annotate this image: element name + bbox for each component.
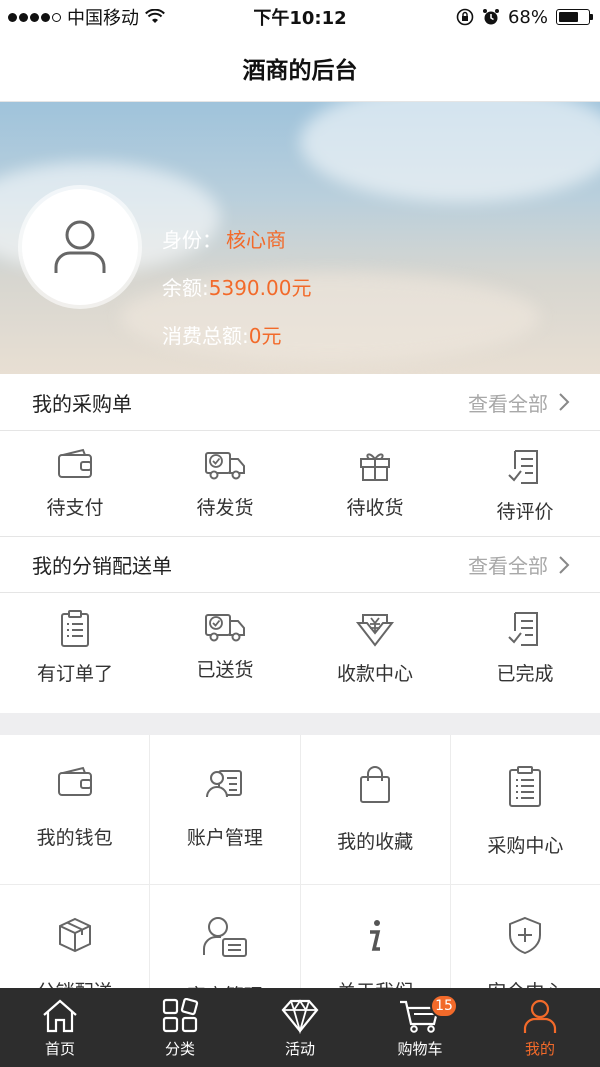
customer-icon <box>202 917 247 957</box>
diamond-icon <box>281 999 319 1034</box>
avatar-user-icon <box>54 220 106 273</box>
grid-item-label: 我的钱包 <box>36 827 113 849</box>
grid-item-label: 账户管理 <box>186 827 263 849</box>
status-left: 中国移动 <box>0 4 220 30</box>
account-card-icon <box>205 770 242 798</box>
tab-label: 购物车 <box>397 1040 443 1058</box>
tab-label: 分类 <box>164 1040 195 1058</box>
total-spent-label: 消费总额: <box>162 323 249 348</box>
purchase-view-all-link[interactable]: 查看全部 <box>468 388 570 417</box>
alarm-icon <box>482 9 499 25</box>
gift-icon <box>360 453 390 481</box>
balance-row: 余额: 5390.00元 <box>162 262 311 310</box>
tab-category[interactable]: 分类 <box>120 988 240 1067</box>
grid-item-account-management[interactable]: 账户管理 <box>150 735 301 884</box>
distribution-orders-header[interactable]: 我的分销配送单 查看全部 <box>0 536 600 593</box>
package-box-icon <box>58 917 91 953</box>
wallet-icon <box>57 766 92 796</box>
chevron-right-icon <box>559 555 570 574</box>
identity-value: 核心商 <box>226 227 286 252</box>
view-all-label: 查看全部 <box>468 554 548 578</box>
avatar[interactable] <box>22 189 138 305</box>
carrier-name: 中国移动 <box>67 8 139 29</box>
clipboard-icon <box>61 610 89 647</box>
profile-banner: 身份： 核心商 余额: 5390.00元 消费总额: 0元 <box>0 102 600 374</box>
distribution-completed[interactable]: 已完成 <box>450 593 600 713</box>
battery-icon <box>556 9 593 25</box>
home-icon <box>43 999 77 1033</box>
profile-info: 身份： 核心商 余额: 5390.00元 消费总额: 0元 <box>162 214 311 358</box>
view-all-label: 查看全部 <box>468 391 548 416</box>
purchase-orders-header[interactable]: 我的采购单 查看全部 <box>0 374 600 431</box>
grid-item-label: 采购中心 <box>487 835 564 857</box>
rotation-lock-icon <box>456 8 474 26</box>
wallet-icon <box>58 448 92 478</box>
purchase-orders-title: 我的采购单 <box>32 391 132 416</box>
distribution-item-label: 有订单了 <box>36 663 113 685</box>
grid-item-my-favorites[interactable]: 我的收藏 <box>300 735 451 884</box>
info-icon <box>370 920 381 951</box>
purchase-item-label: 待收货 <box>346 497 404 519</box>
purchase-pending-payment[interactable]: 待支付 <box>0 431 150 534</box>
nav-bar: 酒商的后台 <box>0 34 600 102</box>
purchase-item-label: 待评价 <box>496 501 554 523</box>
tab-label: 我的 <box>524 1040 555 1058</box>
distribution-item-label: 收款中心 <box>336 663 413 685</box>
review-icon <box>508 450 538 484</box>
page-title: 酒商的后台 <box>242 57 358 84</box>
yuan-receive-icon <box>355 614 395 647</box>
chevron-right-icon <box>559 393 570 411</box>
cart-count-badge: 15 <box>430 994 458 1018</box>
status-time: 下午10:12 <box>253 8 347 29</box>
status-bar: 中国移动 下午10:12 68% <box>0 0 600 34</box>
tab-activity[interactable]: 活动 <box>240 988 360 1067</box>
clipboard-icon <box>509 766 542 807</box>
purchase-pending-receipt[interactable]: 待收货 <box>300 431 450 534</box>
purchase-orders-row: 待支付 待发货 待收货 待评价 <box>0 431 600 534</box>
distribution-item-label: 已完成 <box>496 663 554 685</box>
grid-item-label: 我的收藏 <box>337 831 414 853</box>
tab-label: 首页 <box>44 1040 75 1058</box>
wifi-icon <box>145 9 165 23</box>
section-divider <box>0 713 600 735</box>
completed-icon <box>508 612 538 646</box>
balance-label: 余额: <box>162 275 209 300</box>
identity-row: 身份： 核心商 <box>162 214 311 262</box>
delivery-truck-icon <box>205 614 245 642</box>
identity-label: 身份： <box>162 227 222 252</box>
distribution-orders-title: 我的分销配送单 <box>32 554 172 578</box>
grid-item-my-wallet[interactable]: 我的钱包 <box>0 735 151 884</box>
total-spent-row: 消费总额: 0元 <box>162 310 311 358</box>
delivery-truck-icon <box>205 452 245 480</box>
distribution-delivered[interactable]: 已送货 <box>150 593 300 713</box>
total-spent-value: 0元 <box>248 323 282 348</box>
purchase-item-label: 待发货 <box>196 497 254 519</box>
distribution-new-orders[interactable]: 有订单了 <box>0 593 150 713</box>
shield-plus-icon <box>509 916 542 955</box>
status-right: 68% <box>380 7 600 28</box>
battery-percent: 68% <box>507 6 548 28</box>
distribution-payment-center[interactable]: 收款中心 <box>300 593 450 713</box>
bottom-tab-bar: 首页 分类 活动 15 购物车 我的 <box>0 988 600 1067</box>
tab-label: 活动 <box>284 1040 315 1058</box>
signal-strength-icon <box>8 12 61 22</box>
distribution-item-label: 已送货 <box>196 659 254 681</box>
tab-home[interactable]: 首页 <box>0 988 120 1067</box>
tab-cart[interactable]: 15 购物车 <box>360 988 480 1067</box>
purchase-item-label: 待支付 <box>46 497 104 519</box>
tab-mine[interactable]: 我的 <box>480 988 600 1067</box>
user-icon <box>523 999 557 1033</box>
purchase-pending-shipment[interactable]: 待发货 <box>150 431 300 534</box>
balance-value: 5390.00元 <box>208 275 312 300</box>
grid-row: 我的钱包 账户管理 我的收藏 采购中心 <box>0 735 600 885</box>
category-grid-icon <box>162 998 199 1033</box>
distribution-view-all-link[interactable]: 查看全部 <box>468 550 570 579</box>
purchase-pending-review[interactable]: 待评价 <box>450 431 600 534</box>
shopping-bag-icon <box>360 766 391 803</box>
grid-item-purchase-center[interactable]: 采购中心 <box>450 735 600 884</box>
distribution-orders-row: 有订单了 已送货 收款中心 已完成 <box>0 593 600 713</box>
